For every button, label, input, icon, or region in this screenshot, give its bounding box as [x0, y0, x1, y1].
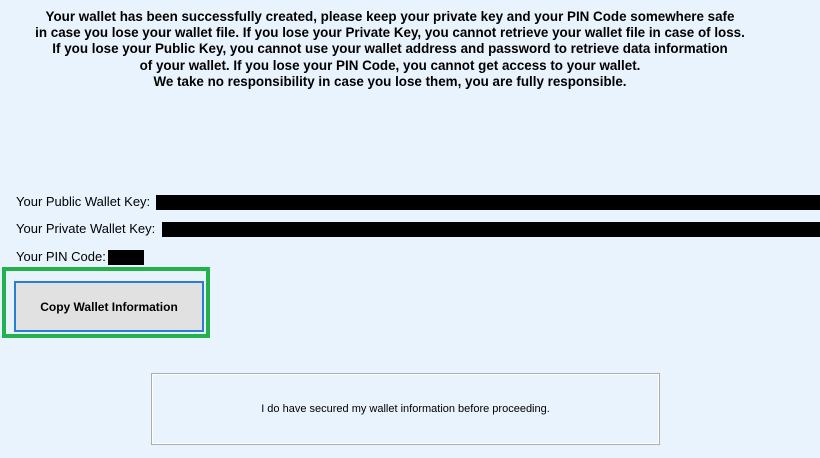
pin-code-label: Your PIN Code: — [16, 249, 106, 264]
pin-code-value-redacted — [108, 250, 144, 265]
security-warning-message: Your wallet has been successfully create… — [0, 9, 780, 90]
warning-line: in case you lose your wallet file. If yo… — [35, 25, 745, 41]
public-key-value-redacted — [156, 195, 820, 210]
warning-line: Your wallet has been successfully create… — [45, 9, 735, 24]
private-key-value-redacted — [162, 222, 820, 237]
warning-line: We take no responsibility in case you lo… — [153, 73, 627, 89]
public-key-label: Your Public Wallet Key: — [16, 194, 151, 209]
confirm-secured-button[interactable]: I do have secured my wallet information … — [151, 373, 660, 445]
warning-line: of your wallet. If you lose your PIN Cod… — [139, 57, 641, 73]
private-key-label: Your Private Wallet Key: — [16, 221, 156, 236]
warning-line: If you lose your Public Key, you cannot … — [52, 41, 728, 57]
copy-wallet-information-button[interactable]: Copy Wallet Information — [14, 281, 204, 332]
